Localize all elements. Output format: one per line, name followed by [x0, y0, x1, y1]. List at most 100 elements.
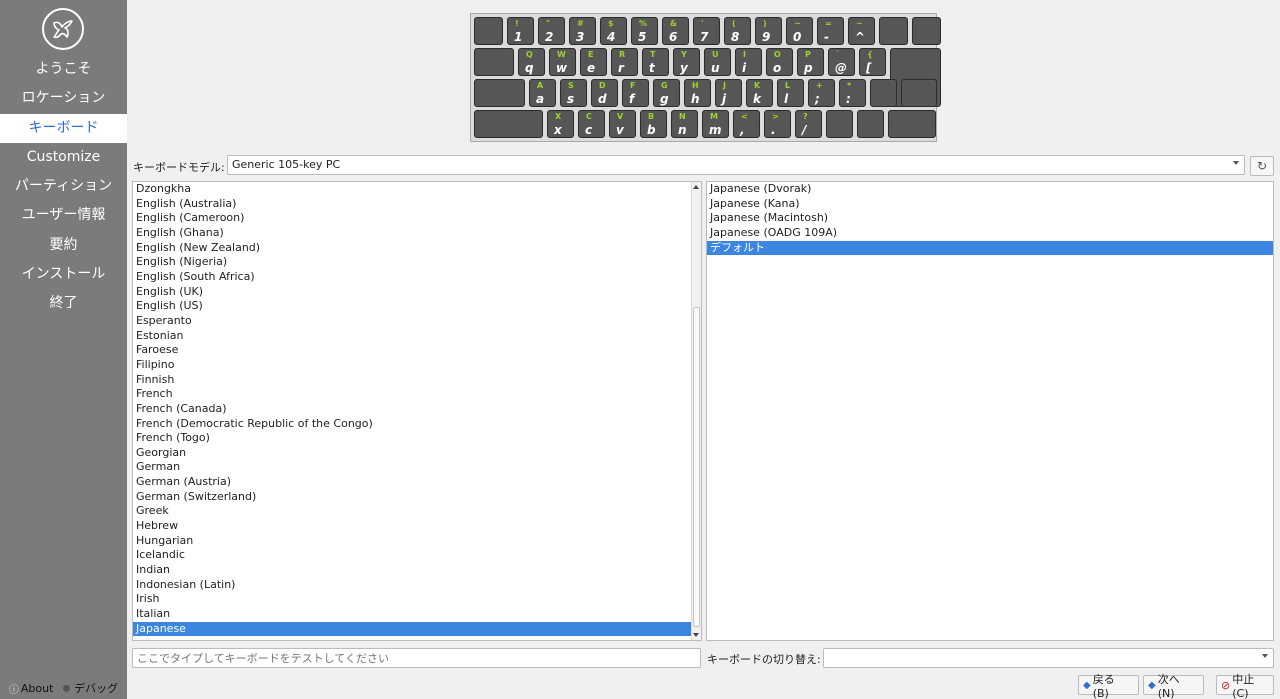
- sidebar-item[interactable]: 要約: [0, 231, 127, 260]
- layout-item[interactable]: English (South Africa): [133, 270, 701, 285]
- key-base-label: v: [616, 123, 624, 137]
- layout-scrollbar[interactable]: [691, 182, 701, 640]
- back-label: 戻る (B): [1092, 672, 1115, 699]
- variant-list[interactable]: Japanese (Dvorak) Japanese (Kana) Japanese…: [706, 181, 1274, 641]
- scroll-up-icon[interactable]: [693, 185, 699, 189]
- layout-item[interactable]: Hungarian: [133, 534, 701, 549]
- key-base-label: :: [846, 92, 851, 106]
- layout-item[interactable]: German: [133, 460, 701, 475]
- layout-item[interactable]: Finnish: [133, 373, 701, 388]
- key-shift-label: B: [648, 112, 655, 121]
- key-base-label: ^: [855, 30, 866, 44]
- keyboard-key: *:: [839, 79, 866, 107]
- keyboard-key: ) 9: [755, 17, 782, 45]
- sidebar-item[interactable]: キーボード: [0, 113, 127, 143]
- key-base-label: 2: [545, 30, 554, 44]
- layout-item[interactable]: Dzongkha: [133, 182, 701, 197]
- variant-item[interactable]: Japanese (OADG 109A): [707, 226, 1273, 241]
- sidebar-item[interactable]: ロケーション: [0, 84, 127, 113]
- about-button[interactable]: ⓘ About: [9, 681, 54, 696]
- layout-item[interactable]: English (Cameroon): [133, 211, 701, 226]
- keyboard-key: ? /: [795, 110, 822, 138]
- keyboard-key: Yy: [673, 48, 700, 76]
- scroll-down-icon[interactable]: [693, 633, 699, 637]
- layout-item[interactable]: French (Togo): [133, 431, 701, 446]
- scrollbar-thumb[interactable]: [693, 307, 700, 627]
- keyboard-key: [826, 110, 853, 138]
- layout-item[interactable]: Esperanto: [133, 314, 701, 329]
- next-label: 次へ (N): [1157, 672, 1180, 699]
- key-shift-label: C: [586, 112, 592, 121]
- layout-item[interactable]: Georgian: [133, 446, 701, 461]
- sidebar-item[interactable]: Customize: [0, 143, 127, 172]
- keyboard-key: Ss: [560, 79, 587, 107]
- layout-item[interactable]: French: [133, 387, 701, 402]
- layout-item[interactable]: English (Nigeria): [133, 255, 701, 270]
- layout-item[interactable]: French (Canada): [133, 402, 701, 417]
- sidebar-item[interactable]: パーティション: [0, 172, 127, 201]
- layout-item[interactable]: Japanese: [133, 621, 701, 637]
- keyboard-switch-select[interactable]: [823, 648, 1274, 668]
- key-shift-label: +: [816, 81, 823, 90]
- keyboard-key: [912, 17, 941, 45]
- layout-item[interactable]: Faroese: [133, 343, 701, 358]
- layout-item[interactable]: English (Ghana): [133, 226, 701, 241]
- keyboard-model-select[interactable]: Generic 105-key PC: [227, 155, 1245, 175]
- key-base-label: l: [784, 92, 789, 106]
- variant-item[interactable]: Japanese (Dvorak): [707, 182, 1273, 197]
- variant-item[interactable]: Japanese (Macintosh): [707, 211, 1273, 226]
- keyboard-key: ` @: [828, 48, 855, 76]
- sidebar-item[interactable]: ようこそ: [0, 55, 127, 84]
- back-button[interactable]: ◆ 戻る (B): [1078, 673, 1139, 699]
- keyboard-model-value: Generic 105-key PC: [232, 158, 341, 171]
- layout-item[interactable]: Indian: [133, 563, 701, 578]
- layout-item[interactable]: Greek: [133, 504, 701, 519]
- key-base-label: 0: [793, 30, 802, 44]
- layout-item[interactable]: German (Austria): [133, 475, 701, 490]
- layout-item[interactable]: Irish: [133, 592, 701, 607]
- layout-item[interactable]: French (Democratic Republic of the Congo…: [133, 417, 701, 432]
- layout-item[interactable]: Estonian: [133, 329, 701, 344]
- variant-item[interactable]: デフォルト: [707, 240, 1273, 256]
- layout-item[interactable]: Hebrew: [133, 519, 701, 534]
- key-shift-label: M: [710, 112, 718, 121]
- key-base-label: i: [742, 61, 747, 75]
- sidebar-item[interactable]: 終了: [0, 289, 127, 318]
- variant-item[interactable]: Japanese (Kana): [707, 197, 1273, 212]
- layout-item[interactable]: Indonesian (Latin): [133, 578, 701, 593]
- arrow-right-icon: ◆: [1148, 679, 1156, 691]
- keyboard-key: Mm: [702, 110, 729, 138]
- keyboard-key: Vv: [609, 110, 636, 138]
- keyboard-key: [901, 79, 937, 107]
- keyboard-key: Ll: [777, 79, 804, 107]
- key-shift-label: <: [741, 112, 748, 121]
- layout-item[interactable]: English (New Zealand): [133, 241, 701, 256]
- layout-item[interactable]: English (Australia): [133, 197, 701, 212]
- key-base-label: 1: [514, 30, 523, 44]
- layout-item[interactable]: Filipino: [133, 358, 701, 373]
- layout-item[interactable]: Italian: [133, 607, 701, 622]
- keyboard-key: [879, 17, 908, 45]
- key-base-label: 6: [669, 30, 678, 44]
- key-base-label: r: [618, 61, 624, 75]
- keyboard-key: $4: [600, 17, 627, 45]
- layout-item[interactable]: Icelandic: [133, 548, 701, 563]
- reset-model-button[interactable]: ↻: [1250, 156, 1274, 176]
- debug-button[interactable]: デバッグ: [63, 680, 118, 696]
- key-shift-label: P: [805, 50, 811, 59]
- key-shift-label: ~: [856, 19, 863, 28]
- layout-item[interactable]: German (Switzerland): [133, 490, 701, 505]
- key-shift-label: {: [867, 50, 873, 59]
- layout-item[interactable]: English (US): [133, 299, 701, 314]
- key-base-label: ;: [815, 92, 820, 106]
- keyboard-key: ~0: [786, 17, 813, 45]
- sidebar-item[interactable]: インストール: [0, 260, 127, 289]
- layout-item[interactable]: English (UK): [133, 285, 701, 300]
- next-button[interactable]: ◆ 次へ (N): [1143, 673, 1204, 699]
- key-base-label: -: [824, 30, 829, 44]
- cancel-button[interactable]: ⊘ 中止 (C): [1216, 673, 1274, 699]
- keyboard-test-input[interactable]: [132, 648, 701, 668]
- key-shift-label: ": [546, 19, 551, 28]
- sidebar-item[interactable]: ユーザー情報: [0, 201, 127, 230]
- layout-list[interactable]: Dzongkha English (Australia) English (Came…: [132, 181, 702, 641]
